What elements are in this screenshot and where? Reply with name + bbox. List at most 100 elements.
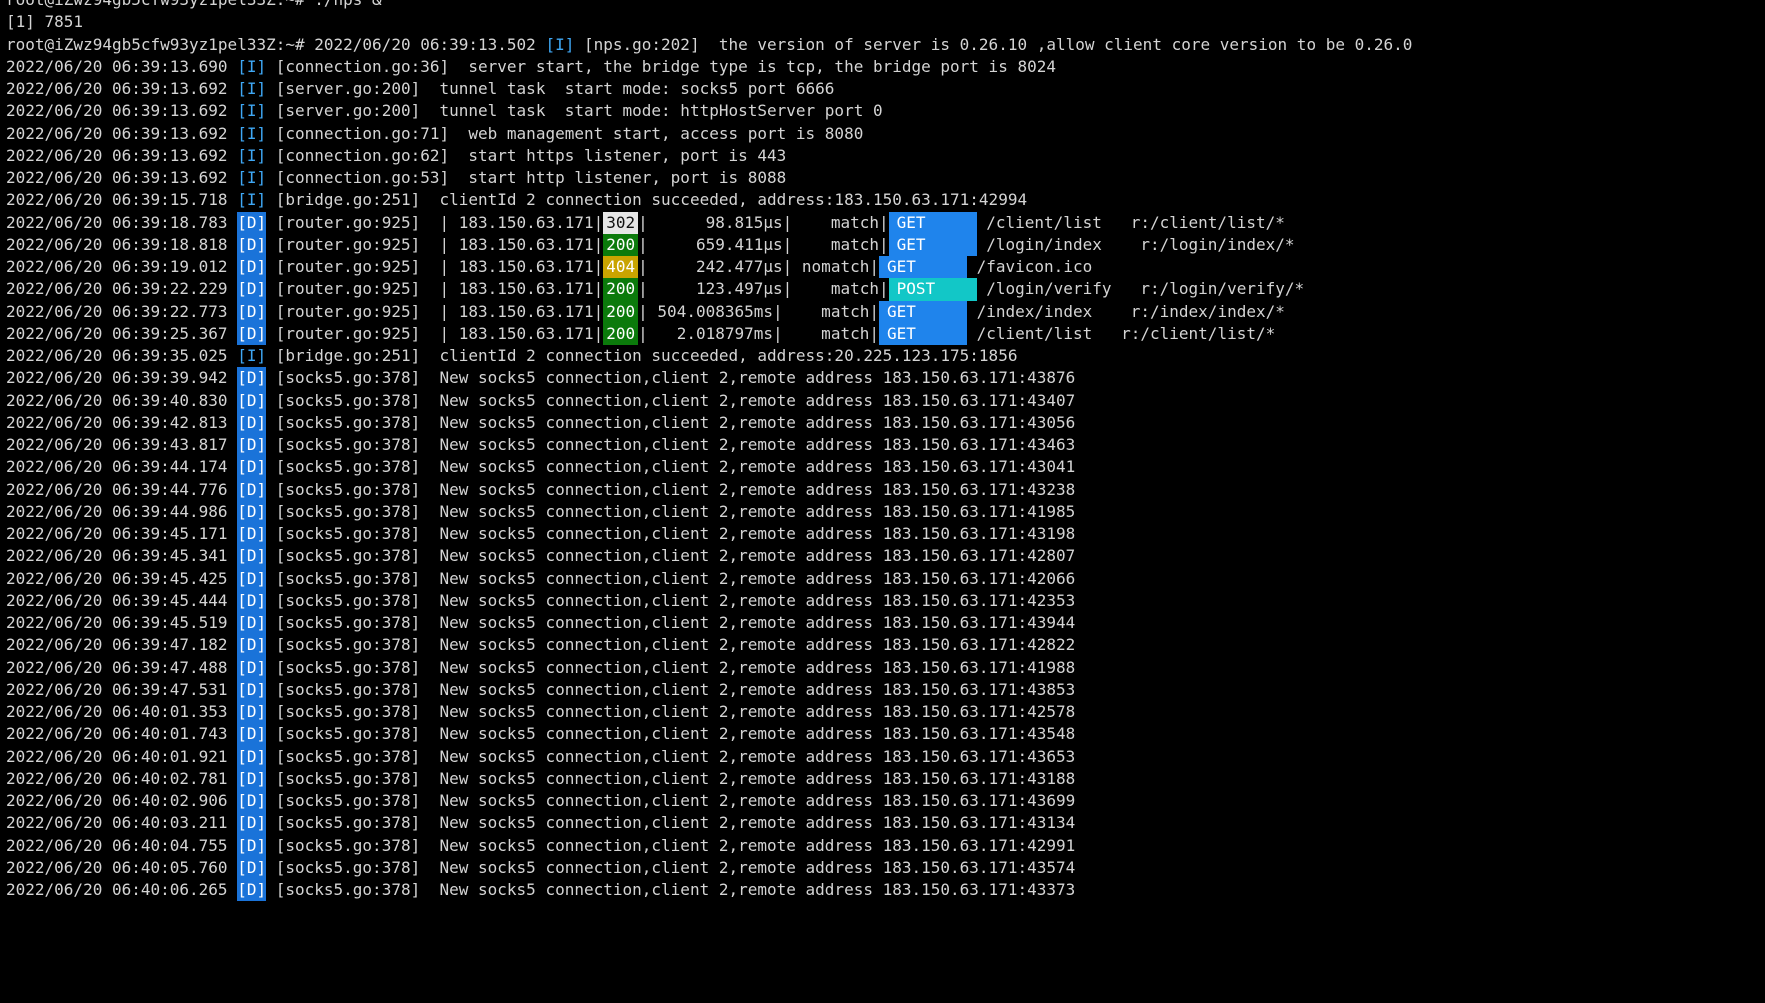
log-timestamp: 2022/06/20 06:39:22.229 [6, 279, 238, 299]
log-message: [socks5.go:378] New socks5 connection,cl… [266, 791, 1076, 810]
log-timestamp: 2022/06/20 06:40:01.743 [6, 724, 238, 744]
log-timestamp: 2022/06/20 06:39:13.692 [6, 101, 238, 121]
log-timestamp: 2022/06/20 06:39:45.425 [6, 568, 238, 588]
log-line: 2022/06/20 06:39:13.690 [I] [connection.… [6, 56, 1761, 78]
log-timestamp: 2022/06/20 06:39:19.012 [6, 257, 238, 276]
shell-line: [1] 7851 [6, 11, 1761, 33]
log-timestamp: 2022/06/20 06:39:22.773 [6, 301, 238, 321]
log-level-badge: [D] [237, 612, 267, 635]
http-status-badge: 404 [603, 256, 639, 279]
log-level-badge: [I] [237, 56, 267, 76]
log-level-badge: [D] [237, 411, 267, 434]
log-timestamp: root@iZwz94gb5cfw93yz1pel33Z:~# 2022/06/… [6, 34, 546, 54]
log-message: [socks5.go:378] New socks5 connection,cl… [266, 724, 1076, 744]
log-level-badge: [D] [237, 723, 267, 746]
shell-line: root@iZwz94gb5cfw93yz1pel33Z:~# ./nps & [6, 0, 1761, 11]
log-timestamp: 2022/06/20 06:40:02.906 [6, 791, 238, 810]
log-timestamp: 2022/06/20 06:39:45.444 [6, 590, 238, 610]
log-level-badge: [D] [237, 767, 267, 790]
log-line: 2022/06/20 06:40:02.781 [D] [socks5.go:3… [6, 767, 1761, 790]
log-timestamp: 2022/06/20 06:39:47.488 [6, 657, 238, 677]
log-level-badge: [D] [237, 434, 267, 457]
router-path: /login/verify r:/login/verify/* [976, 279, 1305, 299]
log-timestamp: 2022/06/20 06:40:01.921 [6, 746, 238, 766]
log-message: [server.go:200] tunnel task start mode: … [266, 101, 883, 121]
log-line: 2022/06/20 06:39:13.692 [I] [connection.… [6, 167, 1761, 189]
router-client-ip: [router.go:925] | 183.150.63.171| [266, 234, 604, 254]
log-message: [socks5.go:378] New socks5 connection,cl… [266, 368, 1076, 388]
log-timestamp: 2022/06/20 06:39:40.830 [6, 390, 238, 410]
log-line: 2022/06/20 06:40:03.211 [D] [socks5.go:3… [6, 812, 1761, 835]
router-log-line: 2022/06/20 06:39:25.367 [D] [router.go:9… [6, 322, 1761, 345]
log-line: 2022/06/20 06:39:47.182 [D] [socks5.go:3… [6, 634, 1761, 657]
router-client-ip: [router.go:925] | 183.150.63.171| [266, 301, 604, 321]
log-timestamp: 2022/06/20 06:40:04.755 [6, 835, 238, 855]
log-level-badge: [D] [237, 456, 267, 479]
log-message: [connection.go:62] start https listener,… [266, 145, 787, 165]
log-level-badge: [D] [237, 678, 267, 701]
log-line: 2022/06/20 06:39:47.488 [D] [socks5.go:3… [6, 656, 1761, 679]
log-line: 2022/06/20 06:40:01.921 [D] [socks5.go:3… [6, 745, 1761, 768]
line-text: root@iZwz94gb5cfw93yz1pel33Z:~# ./nps & [6, 0, 382, 9]
log-level-badge: [D] [237, 545, 267, 568]
log-timestamp: 2022/06/20 06:39:18.818 [6, 234, 238, 254]
log-message: [nps.go:202] the version of server is 0.… [574, 34, 1413, 54]
log-timestamp: 2022/06/20 06:39:13.692 [6, 123, 238, 143]
log-line: root@iZwz94gb5cfw93yz1pel33Z:~# 2022/06/… [6, 34, 1761, 56]
log-timestamp: 2022/06/20 06:39:43.817 [6, 435, 238, 454]
log-level-badge: [I] [237, 145, 267, 165]
log-line: 2022/06/20 06:39:44.174 [D] [socks5.go:3… [6, 456, 1761, 479]
log-timestamp: 2022/06/20 06:39:44.174 [6, 457, 238, 477]
log-timestamp: 2022/06/20 06:40:01.353 [6, 702, 238, 721]
log-line: 2022/06/20 06:40:05.760 [D] [socks5.go:3… [6, 856, 1761, 879]
log-timestamp: 2022/06/20 06:39:47.531 [6, 679, 238, 699]
log-message: [socks5.go:378] New socks5 connection,cl… [266, 657, 1076, 677]
log-level-badge: [D] [237, 812, 267, 835]
log-message: [socks5.go:378] New socks5 connection,cl… [266, 435, 1076, 454]
log-level-badge: [I] [545, 34, 575, 54]
log-timestamp: 2022/06/20 06:40:03.211 [6, 813, 238, 833]
log-level-badge: [I] [237, 190, 267, 210]
router-path: /index/index r:/index/index/* [966, 301, 1285, 321]
log-timestamp: 2022/06/20 06:40:02.781 [6, 768, 238, 788]
log-timestamp: 2022/06/20 06:39:15.718 [6, 190, 238, 210]
http-status-badge: 200 [603, 233, 639, 256]
log-message: [socks5.go:378] New socks5 connection,cl… [266, 479, 1076, 499]
router-path: /login/index r:/login/index/* [976, 234, 1295, 254]
log-level-badge: [D] [237, 790, 267, 813]
log-timestamp: 2022/06/20 06:39:45.519 [6, 613, 238, 632]
log-message: [connection.go:53] start http listener, … [266, 168, 787, 187]
http-status-badge: 200 [603, 278, 639, 301]
router-client-ip: [router.go:925] | 183.150.63.171| [266, 323, 604, 343]
log-level-badge: [D] [237, 300, 267, 323]
log-timestamp: 2022/06/20 06:39:13.692 [6, 79, 238, 98]
log-line: 2022/06/20 06:39:13.692 [I] [connection.… [6, 123, 1761, 145]
log-line: 2022/06/20 06:39:45.519 [D] [socks5.go:3… [6, 612, 1761, 635]
log-timestamp: 2022/06/20 06:39:42.813 [6, 412, 238, 432]
log-line: 2022/06/20 06:39:40.830 [D] [socks5.go:3… [6, 389, 1761, 412]
log-timestamp: 2022/06/20 06:39:45.341 [6, 546, 238, 566]
router-log-line: 2022/06/20 06:39:18.818 [D] [router.go:9… [6, 233, 1761, 256]
log-level-badge: [D] [237, 567, 267, 590]
terminal-output[interactable]: root@iZwz94gb5cfw93yz1pel33Z:~# ./nps & [… [6, 0, 1761, 902]
log-timestamp: 2022/06/20 06:39:44.776 [6, 479, 238, 499]
log-timestamp: 2022/06/20 06:39:35.025 [6, 346, 238, 365]
log-level-badge: [D] [237, 389, 267, 412]
log-message: [connection.go:71] web management start,… [266, 123, 864, 143]
log-message: [socks5.go:378] New socks5 connection,cl… [266, 412, 1076, 432]
log-timestamp: 2022/06/20 06:40:05.760 [6, 857, 238, 877]
router-latency-match: | 123.497µs| match| [638, 279, 889, 299]
log-level-badge: [I] [237, 346, 267, 365]
log-line: 2022/06/20 06:39:47.531 [D] [socks5.go:3… [6, 678, 1761, 701]
http-method-badge: POST [888, 278, 977, 301]
log-level-badge: [D] [237, 523, 267, 546]
http-status-badge: 302 [603, 211, 639, 234]
log-message: [socks5.go:378] New socks5 connection,cl… [266, 568, 1076, 588]
log-level-badge: [D] [237, 367, 267, 390]
log-level-badge: [D] [237, 233, 267, 256]
http-status-badge: 200 [603, 322, 639, 345]
log-timestamp: 2022/06/20 06:39:25.367 [6, 323, 238, 343]
log-level-badge: [D] [237, 745, 267, 768]
log-timestamp: 2022/06/20 06:39:45.171 [6, 524, 238, 543]
log-message: [socks5.go:378] New socks5 connection,cl… [266, 590, 1076, 610]
